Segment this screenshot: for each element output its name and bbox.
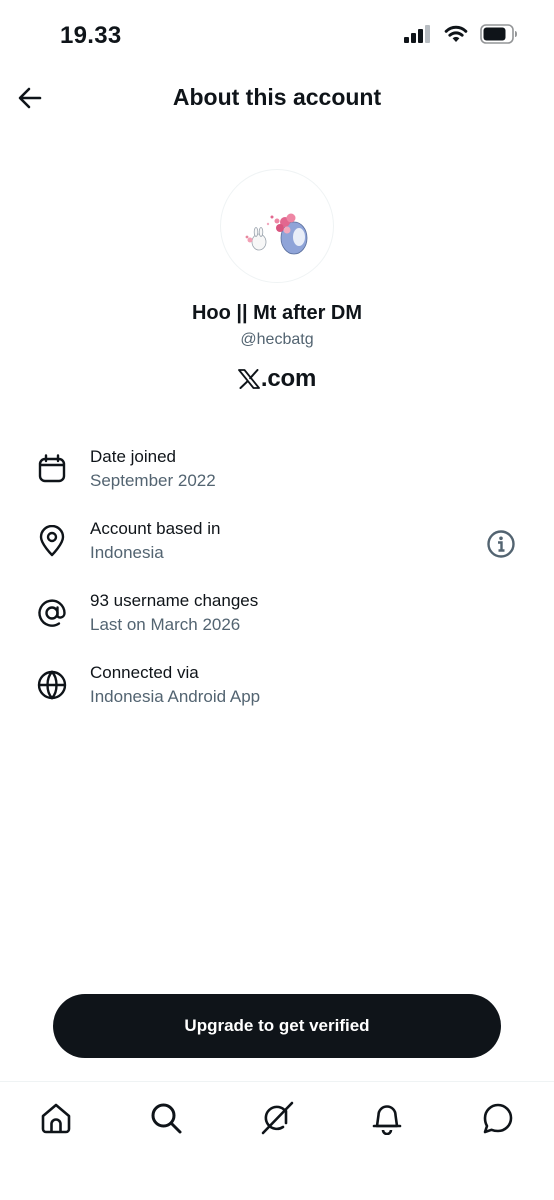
status-bar: 19.33 (0, 0, 554, 70)
info-value: Indonesia (90, 543, 164, 562)
info-row-username-changes: 93 username changes Last on March 2026 (0, 591, 554, 651)
status-icons (404, 24, 518, 44)
at-sign-icon (38, 599, 66, 627)
info-label: Date joined (90, 447, 177, 466)
x-logo-icon (237, 369, 260, 389)
info-value: Indonesia Android App (90, 687, 261, 706)
upgrade-button-label: Upgrade to get verified (184, 1016, 370, 1035)
info-label: 93 username changes (90, 591, 259, 610)
info-row-connected-via: Connected via Indonesia Android App (0, 663, 554, 723)
calendar-icon (38, 454, 66, 483)
info-value: September 2022 (90, 471, 216, 490)
status-time: 19.33 (60, 22, 122, 49)
info-row-date-joined: Date joined September 2022 (0, 447, 554, 507)
x-com-badge: .com (0, 365, 554, 393)
home-icon (41, 1103, 71, 1134)
battery-icon (480, 24, 517, 44)
tab-home[interactable] (36, 1098, 76, 1138)
header: About this account (0, 74, 554, 124)
avatar-illustration (245, 213, 308, 255)
tab-messages[interactable] (478, 1098, 518, 1138)
grok-icon (261, 1101, 294, 1135)
page-title: About this account (172, 84, 382, 110)
avatar (220, 169, 334, 283)
tab-search[interactable] (146, 1098, 186, 1138)
tab-notifications[interactable] (367, 1098, 407, 1138)
info-row-account-based-in: Account based in Indonesia (0, 519, 554, 579)
location-pin-icon (39, 525, 65, 557)
tab-grok[interactable] (257, 1098, 297, 1138)
info-circle-icon[interactable] (486, 529, 516, 559)
notifications-bell-icon (372, 1105, 402, 1135)
bottom-tab-bar (0, 1081, 554, 1200)
search-icon (151, 1103, 182, 1134)
upgrade-to-verified-button[interactable]: Upgrade to get verified (53, 994, 501, 1058)
messages-icon (483, 1103, 513, 1134)
globe-icon (37, 670, 67, 700)
username-handle: @hecbatg (240, 331, 314, 348)
display-name: Hoo || Mt after DM (191, 302, 363, 324)
cellular-signal-icon (404, 25, 430, 43)
info-label: Connected via (90, 663, 199, 682)
info-value: Last on March 2026 (90, 615, 241, 634)
info-label: Account based in (90, 519, 221, 538)
wifi-icon (444, 25, 468, 42)
x-com-text: .com (260, 365, 317, 392)
